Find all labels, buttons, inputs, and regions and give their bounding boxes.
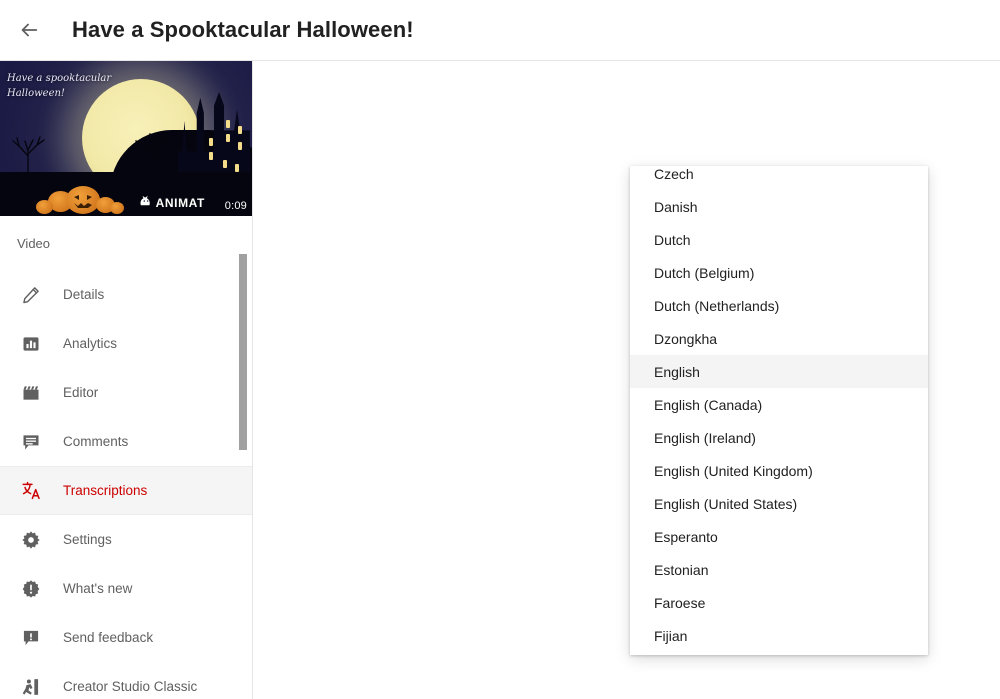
language-option[interactable]: English (United States) bbox=[630, 487, 928, 520]
brand-badge: ANIMAT bbox=[139, 194, 205, 212]
brand-name: ANIMAT bbox=[155, 196, 205, 210]
bar-chart-icon bbox=[14, 334, 48, 354]
language-option[interactable]: Estonian bbox=[630, 553, 928, 586]
language-option[interactable]: Dutch (Netherlands) bbox=[630, 289, 928, 322]
sidebar-item-what-s-new[interactable]: What's new bbox=[0, 564, 252, 613]
language-option[interactable]: English (Ireland) bbox=[630, 421, 928, 454]
arrow-left-icon bbox=[18, 19, 40, 41]
sidebar-item-editor[interactable]: Editor bbox=[0, 368, 252, 417]
language-option-list: Czech Danish Dutch Dutch (Belgium) Dutch (Ne… bbox=[630, 166, 928, 652]
sidebar-nav: Details Analytics Editor Comments Transc… bbox=[0, 270, 252, 699]
language-option[interactable]: Fijian bbox=[630, 619, 928, 652]
language-option[interactable]: Dzongkha bbox=[630, 322, 928, 355]
language-dropdown-menu[interactable]: Czech Danish Dutch Dutch (Belgium) Dutch (Ne… bbox=[630, 166, 928, 655]
page-title: Have a Spooktacular Halloween! bbox=[72, 17, 414, 42]
sidebar-item-label: Comments bbox=[63, 434, 129, 449]
language-option[interactable]: Dutch bbox=[630, 223, 928, 256]
sidebar-item-label: Settings bbox=[63, 532, 112, 547]
tree-silhouette-left bbox=[12, 136, 45, 174]
sidebar-item-label: Transcriptions bbox=[63, 483, 148, 498]
sidebar-item-transcriptions[interactable]: Transcriptions bbox=[0, 466, 252, 515]
sidebar-section-label: Video bbox=[17, 235, 51, 251]
sidebar-item-label: Send feedback bbox=[63, 630, 154, 645]
sidebar-item-creator-studio-classic[interactable]: Creator Studio Classic bbox=[0, 662, 252, 699]
thumbnail-artwork: Have a spooktacular Halloween! ANIMAT 0:… bbox=[0, 61, 252, 216]
sidebar-item-send-feedback[interactable]: Send feedback bbox=[0, 613, 252, 662]
feedback-icon bbox=[14, 628, 48, 648]
pencil-icon bbox=[14, 285, 48, 305]
sidebar: Have a spooktacular Halloween! ANIMAT 0:… bbox=[0, 61, 253, 699]
language-option[interactable]: English bbox=[630, 355, 928, 388]
exclamation-badge-icon bbox=[14, 579, 48, 599]
sidebar-item-details[interactable]: Details bbox=[0, 270, 252, 319]
sidebar-item-comments[interactable]: Comments bbox=[0, 417, 252, 466]
translate-icon bbox=[14, 480, 48, 501]
video-thumbnail[interactable]: Have a spooktacular Halloween! ANIMAT 0:… bbox=[0, 61, 252, 216]
thumbnail-overlay-text: Have a spooktacular Halloween! bbox=[7, 73, 112, 99]
sidebar-item-settings[interactable]: Settings bbox=[0, 515, 252, 564]
sidebar-item-label: Creator Studio Classic bbox=[63, 679, 198, 694]
sidebar-scrollbar-thumb[interactable] bbox=[239, 254, 247, 450]
jack-o-lantern-face bbox=[74, 195, 92, 208]
app-header: Have a Spooktacular Halloween! bbox=[0, 0, 1000, 61]
back-button[interactable] bbox=[9, 10, 49, 50]
sidebar-item-analytics[interactable]: Analytics bbox=[0, 319, 252, 368]
gear-icon bbox=[14, 530, 48, 550]
language-option[interactable]: Danish bbox=[630, 190, 928, 223]
language-option[interactable]: English (Canada) bbox=[630, 388, 928, 421]
sidebar-item-label: What's new bbox=[63, 581, 133, 596]
sidebar-scrollbar-track[interactable] bbox=[239, 61, 250, 699]
clapperboard-icon bbox=[14, 383, 48, 403]
comment-icon bbox=[14, 432, 48, 452]
animat-logo-icon bbox=[139, 194, 153, 212]
language-option[interactable]: Dutch (Belgium) bbox=[630, 256, 928, 289]
sidebar-item-label: Editor bbox=[63, 385, 99, 400]
language-option[interactable]: Esperanto bbox=[630, 520, 928, 553]
sidebar-item-label: Analytics bbox=[63, 336, 118, 351]
language-option[interactable]: Faroese bbox=[630, 586, 928, 619]
creator-studio-icon bbox=[14, 677, 48, 697]
language-option[interactable]: English (United Kingdom) bbox=[630, 454, 928, 487]
sidebar-item-label: Details bbox=[63, 287, 105, 302]
language-option[interactable]: Czech bbox=[630, 166, 928, 190]
tree-silhouette bbox=[135, 132, 179, 176]
